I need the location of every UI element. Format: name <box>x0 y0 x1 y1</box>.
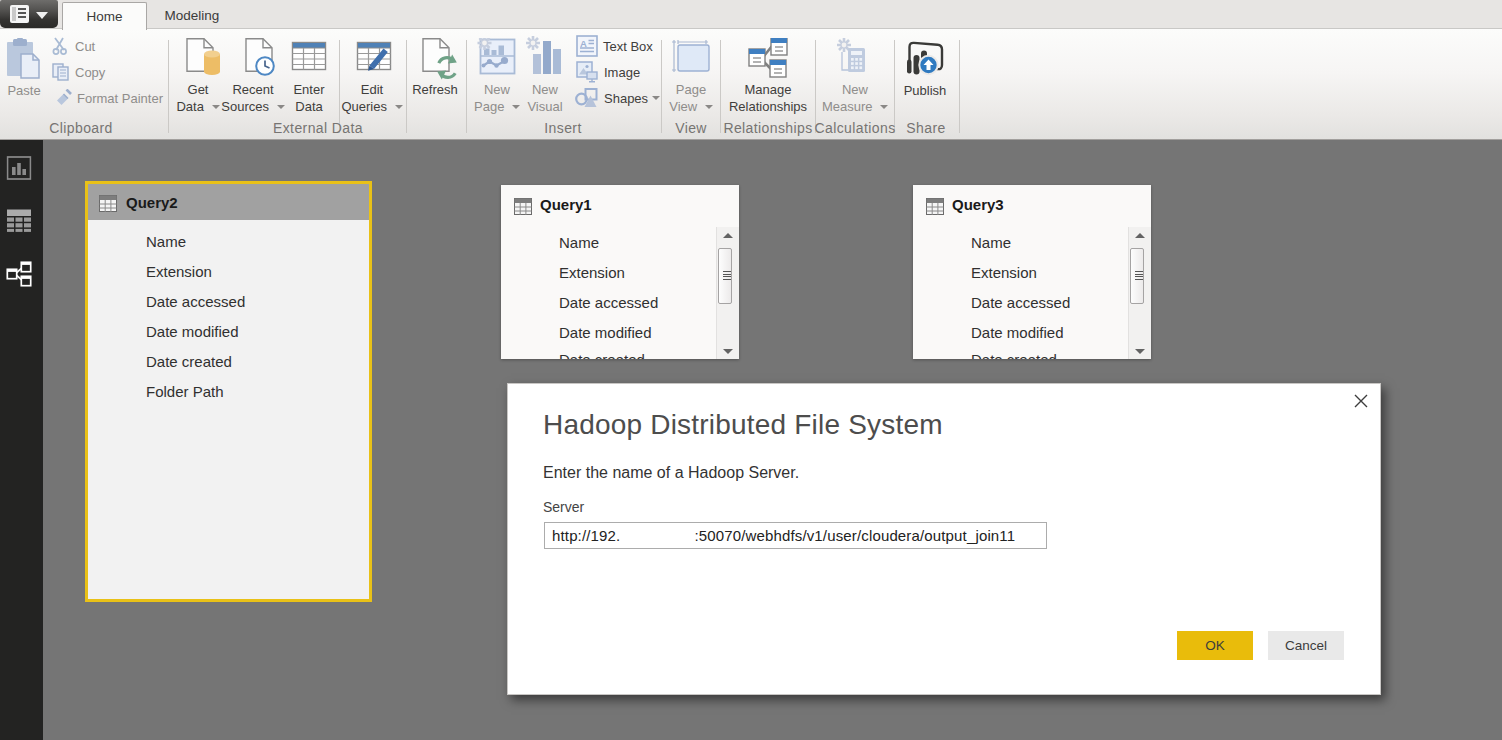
svg-text:A: A <box>580 38 587 49</box>
